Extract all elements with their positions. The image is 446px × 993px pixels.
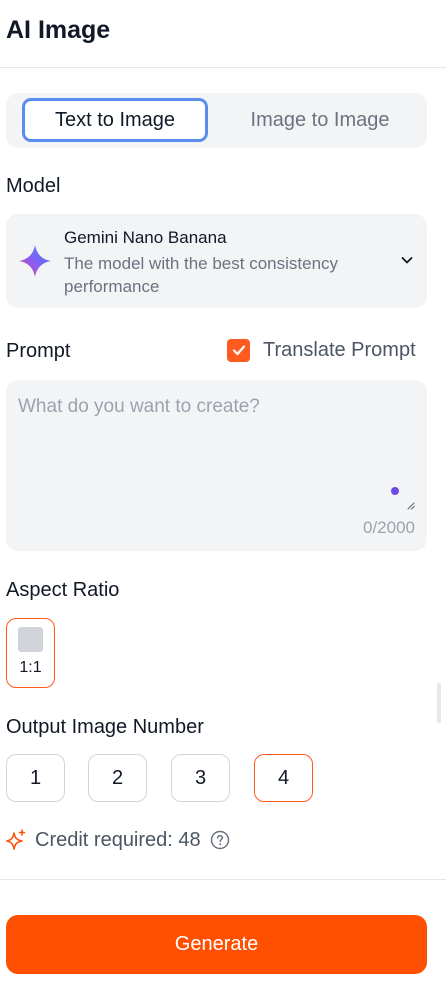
mode-tabs: Text to Image Image to Image <box>6 93 427 148</box>
prompt-input[interactable] <box>6 380 427 510</box>
translate-prompt-toggle[interactable]: Translate Prompt <box>227 338 416 362</box>
character-counter: 0/2000 <box>363 518 415 537</box>
model-selector[interactable]: Gemini Nano Banana The model with the be… <box>6 214 427 308</box>
translate-checkbox[interactable] <box>227 338 250 362</box>
output-number-section-label: Output Image Number <box>6 716 204 738</box>
aspect-ratio-section-label: Aspect Ratio <box>6 579 120 601</box>
model-section-label: Model <box>6 175 61 197</box>
ratio-label: 1:1 <box>19 659 42 676</box>
generate-button[interactable]: Generate <box>6 915 427 974</box>
model-name: Gemini Nano Banana <box>64 228 227 247</box>
aspect-ratio-1-1-button[interactable]: 1:1 <box>6 618 55 688</box>
scrollbar-thumb[interactable] <box>437 683 441 723</box>
model-description: The model with the best consistency perf… <box>64 254 339 296</box>
ratio-square-icon <box>18 627 43 652</box>
gemini-sparkle-icon <box>19 245 51 277</box>
prompt-box: 0/2000 <box>6 380 427 551</box>
output-number-3-button[interactable]: 3 <box>171 754 230 802</box>
tab-image-to-image[interactable]: Image to Image <box>218 97 422 144</box>
page-header: AI Image <box>0 0 446 68</box>
output-number-4-button[interactable]: 4 <box>254 754 313 802</box>
prompt-section-label: Prompt <box>6 340 71 362</box>
credit-label: Credit required: 48 <box>35 828 201 851</box>
page-title: AI Image <box>6 16 111 44</box>
chevron-down-icon <box>401 257 413 264</box>
output-number-2-button[interactable]: 2 <box>88 754 147 802</box>
tab-text-to-image[interactable]: Text to Image <box>22 98 208 142</box>
sparkle-icon <box>6 829 26 850</box>
check-icon <box>232 345 245 356</box>
footer-divider <box>0 879 446 880</box>
help-icon[interactable] <box>210 830 230 850</box>
translate-label: Translate Prompt <box>263 338 416 361</box>
resize-handle-icon[interactable] <box>405 500 415 510</box>
status-dot <box>391 487 399 495</box>
output-number-1-button[interactable]: 1 <box>6 754 65 802</box>
credit-info: Credit required: 48 <box>6 827 230 853</box>
